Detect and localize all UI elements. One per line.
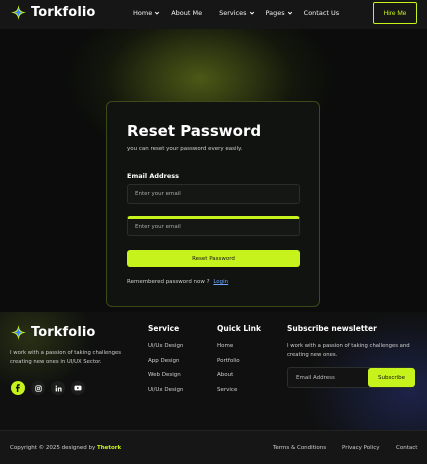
privacy-link[interactable]: Privacy Policy bbox=[342, 445, 379, 451]
service-link[interactable]: Web Design bbox=[148, 372, 183, 387]
nav-item-home[interactable]: Home bbox=[133, 9, 160, 17]
nav-item-services[interactable]: Services bbox=[219, 9, 254, 17]
facebook-icon[interactable] bbox=[11, 381, 25, 395]
chevron-down-icon bbox=[155, 11, 160, 15]
service-links: Ui/Ux Design App Design Web Design Ui/Ux… bbox=[148, 343, 183, 401]
copyright-prefix: Copyright © 2025 designed by bbox=[10, 445, 96, 451]
service-column-title: Service bbox=[148, 324, 180, 333]
sparkle-star-icon bbox=[11, 5, 26, 20]
newsletter-title: Subscribe newsletter bbox=[287, 324, 377, 333]
nav-label: Home bbox=[133, 9, 153, 17]
subscribe-button[interactable]: Subscribe bbox=[368, 368, 415, 387]
card-subtitle: you can reset your password every easily… bbox=[127, 146, 243, 152]
youtube-icon[interactable] bbox=[71, 381, 85, 395]
reset-password-card: Reset Password you can reset your passwo… bbox=[106, 101, 320, 307]
brand-name: Torkfolio bbox=[31, 5, 96, 20]
social-links bbox=[11, 381, 85, 395]
footer-brand-name: Torkfolio bbox=[31, 325, 96, 340]
linkedin-icon[interactable] bbox=[51, 381, 65, 395]
footer-about-text: I work with a passion of taking challeng… bbox=[10, 350, 121, 365]
chevron-down-icon bbox=[287, 11, 292, 15]
login-link[interactable]: Login bbox=[213, 279, 228, 285]
reset-password-button[interactable]: Reset Password bbox=[127, 250, 300, 267]
confirm-email-field[interactable] bbox=[127, 216, 300, 236]
nav-item-contact-us[interactable]: Contact Us bbox=[304, 9, 340, 17]
sparkle-star-icon bbox=[11, 325, 26, 340]
email-label: Email Address bbox=[127, 172, 180, 180]
hero-section: Reset Password you can reset your passwo… bbox=[0, 29, 427, 312]
nav-label: Contact Us bbox=[303, 9, 340, 17]
nav-label: About Me bbox=[171, 9, 203, 17]
nav-label: Services bbox=[219, 9, 247, 17]
chevron-down-icon bbox=[249, 11, 254, 15]
copyright-brand-link[interactable]: Thetork bbox=[97, 445, 121, 451]
page-title: Reset Password bbox=[127, 122, 262, 140]
footer-brand-logo[interactable]: Torkfolio bbox=[11, 325, 95, 340]
service-link[interactable]: App Design bbox=[148, 358, 183, 373]
nav-label: Pages bbox=[265, 9, 285, 17]
remember-prompt: Remembered password now ? Login bbox=[127, 279, 228, 285]
quick-link[interactable]: Service bbox=[217, 387, 240, 402]
main-nav: Home About Me Services Pages Contact Us bbox=[133, 9, 339, 17]
newsletter-form: Subscribe bbox=[287, 367, 415, 388]
email-field[interactable] bbox=[127, 184, 300, 204]
terms-link[interactable]: Terms & Conditions bbox=[273, 445, 326, 451]
service-link[interactable]: Ui/Ux Design bbox=[148, 387, 183, 402]
nav-item-pages[interactable]: Pages bbox=[266, 9, 293, 17]
quick-links: Home Portfolio About Service bbox=[217, 343, 240, 401]
newsletter-email-input[interactable] bbox=[288, 368, 368, 387]
bottom-bar: Copyright © 2025 designed by Thetork Ter… bbox=[0, 430, 427, 464]
footer: Torkfolio I work with a passion of takin… bbox=[0, 312, 427, 430]
instagram-icon[interactable] bbox=[31, 381, 45, 395]
nav-item-about-me[interactable]: About Me bbox=[171, 9, 202, 17]
quick-link[interactable]: Home bbox=[217, 343, 240, 358]
newsletter-text: I work with a passion of taking challeng… bbox=[287, 343, 410, 358]
contact-link[interactable]: Contact bbox=[396, 445, 417, 451]
quick-link[interactable]: Portfolio bbox=[217, 358, 240, 373]
hire-me-button[interactable]: Hire Me bbox=[373, 2, 417, 24]
service-link[interactable]: Ui/Ux Design bbox=[148, 343, 183, 358]
remember-text: Remembered password now ? bbox=[127, 279, 210, 285]
top-navbar: Torkfolio Home About Me Services Pages C… bbox=[0, 0, 427, 29]
quick-link[interactable]: About bbox=[217, 372, 240, 387]
quick-link-column-title: Quick Link bbox=[217, 324, 262, 333]
brand-logo[interactable]: Torkfolio bbox=[11, 5, 95, 20]
copyright-text: Copyright © 2025 designed by Thetork bbox=[10, 445, 121, 451]
